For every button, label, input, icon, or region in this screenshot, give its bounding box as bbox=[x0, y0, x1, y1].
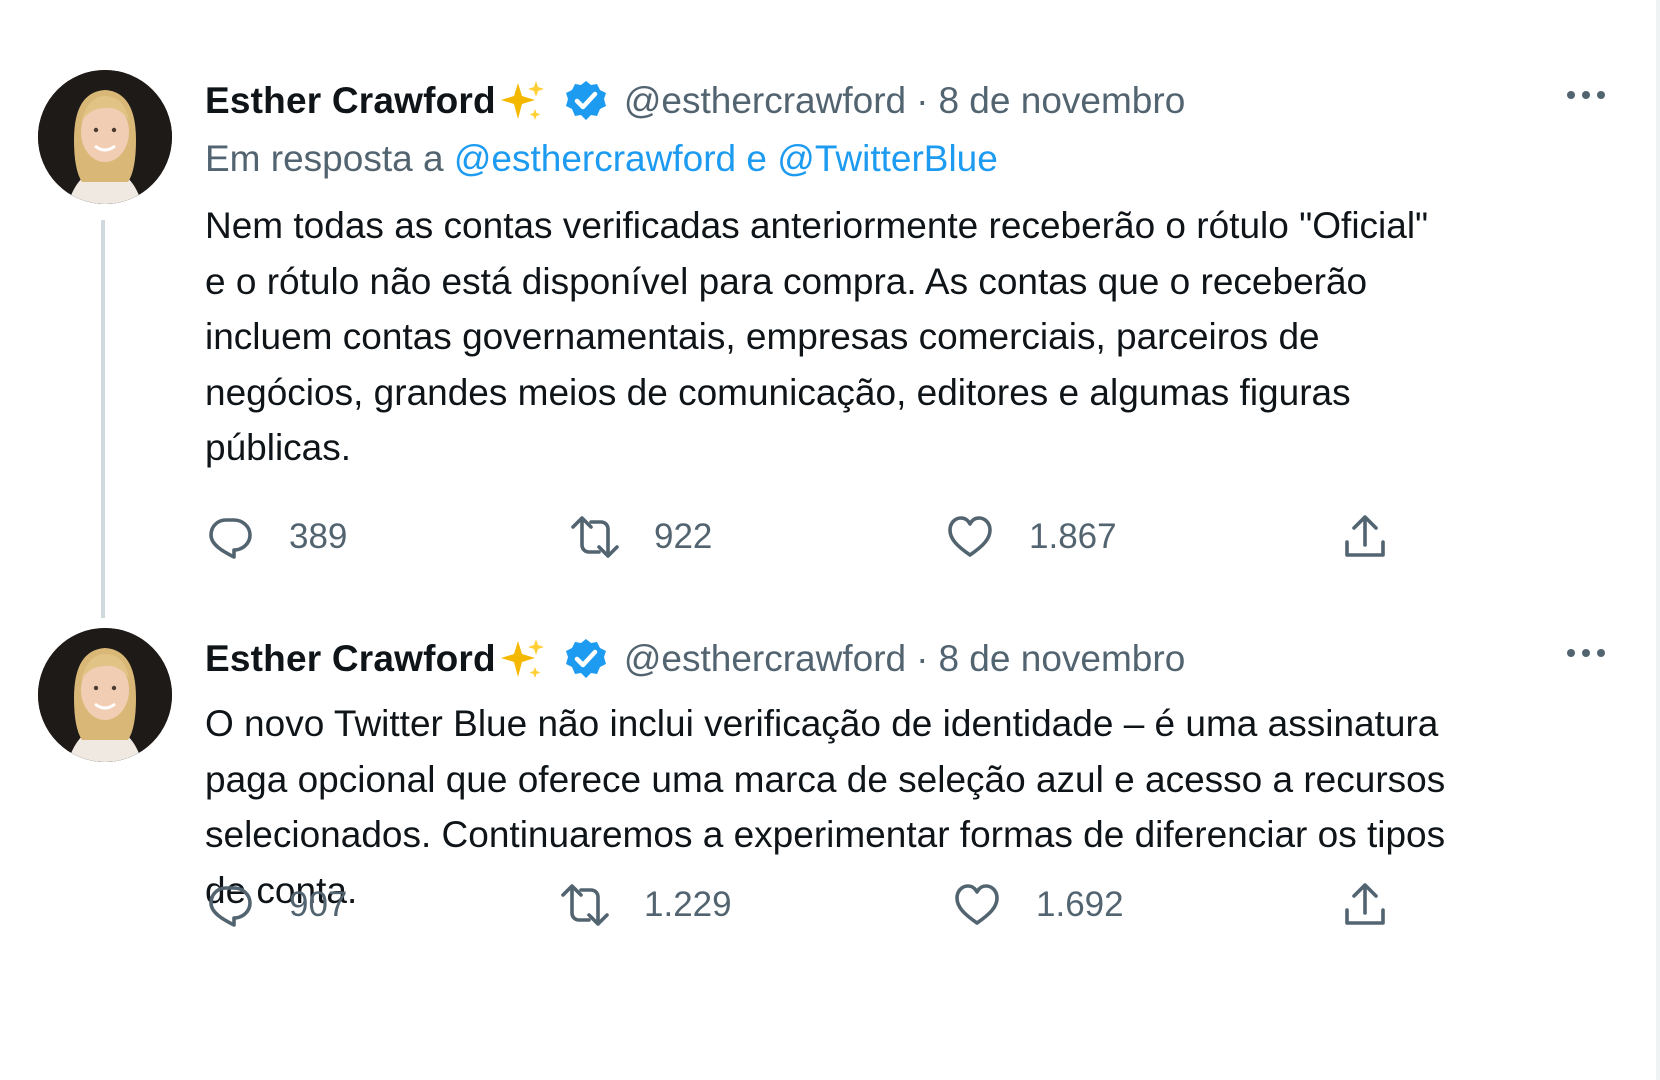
thread-connector-line bbox=[101, 220, 105, 618]
reply-prefix: Em resposta a bbox=[205, 138, 444, 179]
heart-icon bbox=[948, 516, 992, 557]
avatar-image bbox=[38, 628, 172, 762]
retweet-icon bbox=[561, 884, 609, 926]
more-options-icon[interactable] bbox=[1562, 638, 1610, 668]
author-handle[interactable]: @esthercrawford bbox=[624, 638, 906, 680]
tweet-header: Esther Crawford @esthercrawford · 8 de n… bbox=[205, 634, 1610, 684]
reply-count: 907 bbox=[289, 885, 348, 924]
author-handle[interactable]: @esthercrawford bbox=[624, 80, 906, 122]
tweet-actions: 907 1.229 1.692 bbox=[205, 880, 1405, 930]
author-name[interactable]: Esther Crawford bbox=[205, 80, 496, 122]
reply-button[interactable]: 389 bbox=[205, 512, 347, 562]
retweet-icon bbox=[571, 516, 619, 558]
verified-badge-icon bbox=[564, 637, 608, 681]
share-button[interactable] bbox=[1340, 880, 1390, 930]
like-count: 1.867 bbox=[1029, 517, 1117, 556]
retweet-count: 1.229 bbox=[644, 885, 732, 924]
tweet-actions: 389 922 1.867 bbox=[205, 512, 1405, 562]
tweet-date[interactable]: 8 de novembro bbox=[938, 80, 1185, 122]
like-button[interactable]: 1.692 bbox=[952, 880, 1124, 930]
retweet-button[interactable]: 922 bbox=[570, 512, 712, 562]
reply-context: Em resposta a @esthercrawford e @Twitter… bbox=[205, 138, 998, 180]
like-count: 1.692 bbox=[1036, 885, 1124, 924]
share-button[interactable] bbox=[1340, 512, 1390, 562]
tweet-date[interactable]: 8 de novembro bbox=[938, 638, 1185, 680]
share-icon bbox=[1345, 883, 1385, 925]
share-icon bbox=[1345, 515, 1385, 557]
separator-dot: · bbox=[916, 80, 929, 121]
tweet-text: Nem todas as contas verificadas anterior… bbox=[205, 205, 1429, 468]
tweet-header: Esther Crawford @esthercrawford · 8 de n… bbox=[205, 76, 1610, 126]
avatar[interactable] bbox=[38, 628, 172, 762]
retweet-count: 922 bbox=[654, 517, 713, 556]
more-options-icon[interactable] bbox=[1562, 80, 1610, 110]
mention-conjunction[interactable]: e bbox=[746, 138, 767, 179]
retweet-button[interactable]: 1.229 bbox=[560, 880, 732, 930]
mention-link[interactable]: @esthercrawford bbox=[454, 138, 736, 179]
heart-icon bbox=[955, 884, 999, 925]
reply-icon bbox=[209, 518, 252, 559]
verified-badge-icon bbox=[564, 79, 608, 123]
mention-link[interactable]: @TwitterBlue bbox=[777, 138, 998, 179]
avatar-image bbox=[38, 70, 172, 204]
avatar[interactable] bbox=[38, 70, 172, 204]
sparkles-icon bbox=[498, 77, 546, 125]
author-name[interactable]: Esther Crawford bbox=[205, 638, 496, 680]
like-button[interactable]: 1.867 bbox=[945, 512, 1117, 562]
reply-icon bbox=[209, 886, 252, 927]
reply-count: 389 bbox=[289, 517, 348, 556]
scrollbar-track bbox=[1656, 0, 1660, 1080]
separator-dot: · bbox=[916, 638, 929, 679]
sparkles-icon bbox=[498, 635, 546, 683]
reply-button[interactable]: 907 bbox=[205, 880, 347, 930]
